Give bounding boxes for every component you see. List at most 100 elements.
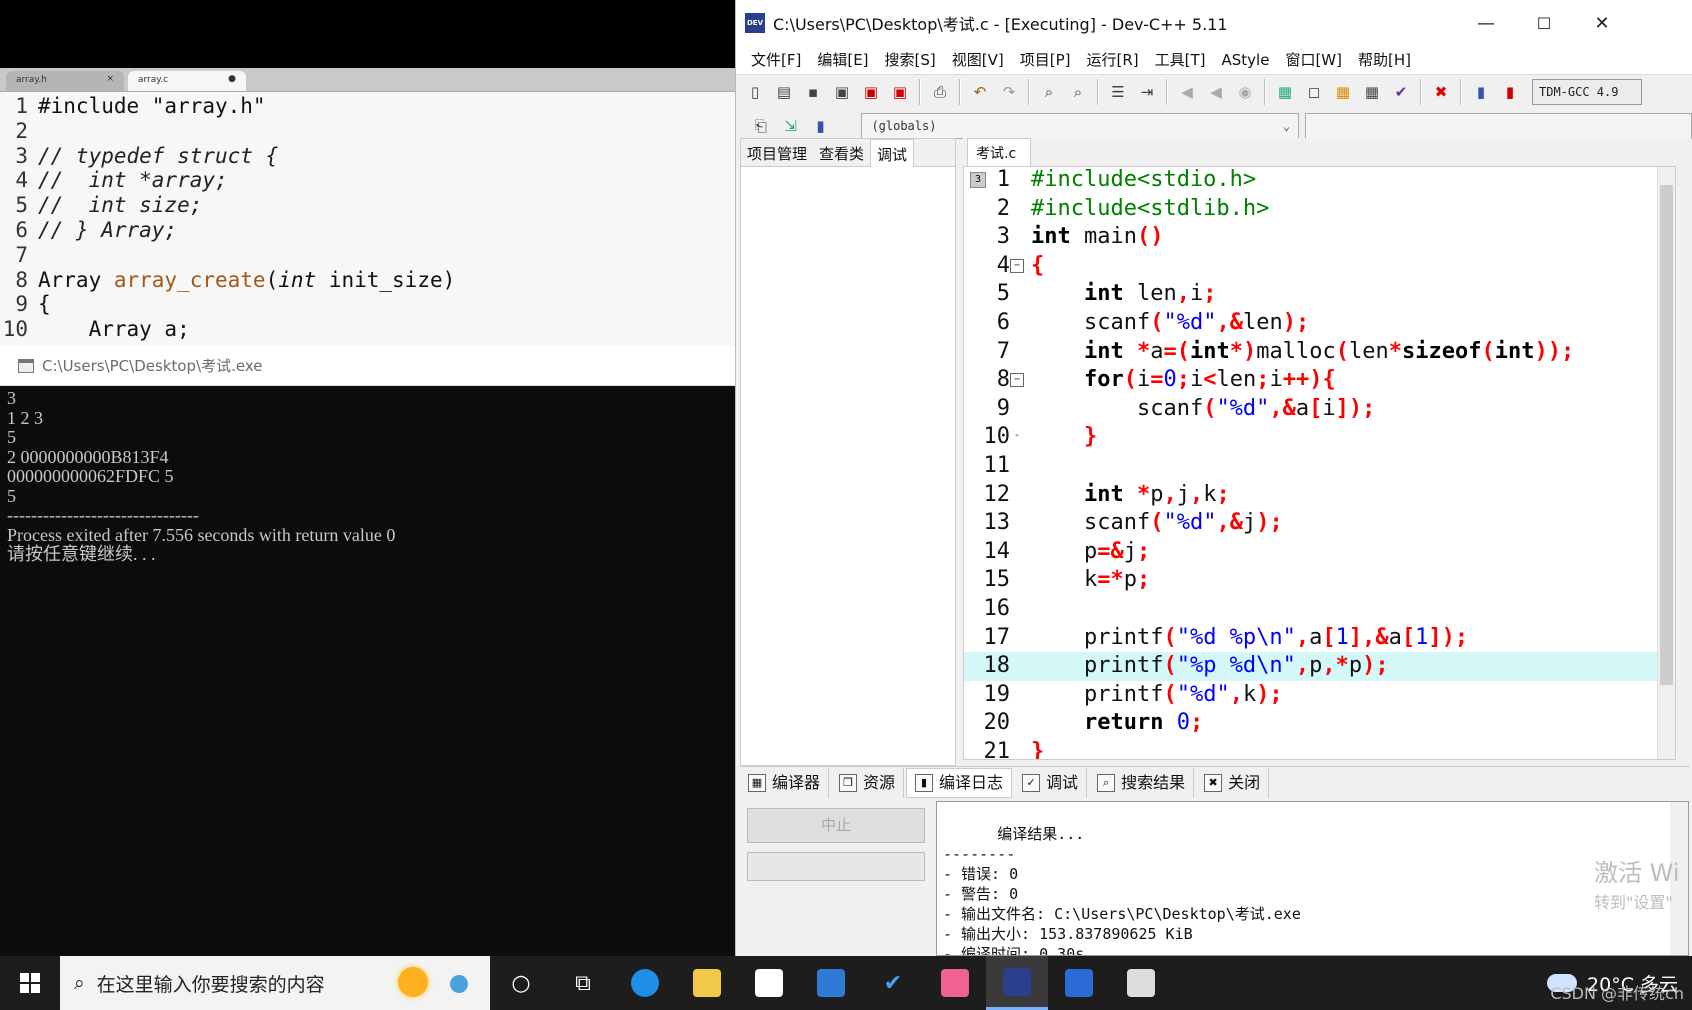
code-line[interactable]: 10- } [964, 423, 1675, 452]
indent-icon[interactable]: ☰ [1105, 79, 1131, 105]
code-line[interactable]: 3 int main() [964, 223, 1675, 252]
code-line[interactable]: 2 [0, 119, 735, 144]
close-all-icon[interactable]: ▣ [887, 79, 913, 105]
maximize-button[interactable]: ☐ [1515, 0, 1573, 46]
stop-button[interactable]: 中止 [747, 808, 925, 843]
code-line[interactable]: 3 // typedef struct { [0, 144, 735, 169]
menu-item[interactable]: 视图[V] [944, 46, 1012, 74]
stop-execution-icon[interactable]: ✖ [1428, 79, 1454, 105]
redo-icon[interactable]: ↷ [996, 79, 1022, 105]
profile-icon[interactable]: ▮ [1468, 79, 1494, 105]
tab-modified-icon[interactable]: ● [228, 74, 236, 84]
left-code-area[interactable]: 1 #include "array.h" 2 3 // typedef struct {… [0, 92, 735, 342]
tab-close-panel[interactable]: ✖ 关闭 [1196, 767, 1270, 798]
code-line[interactable]: 18 printf("%p %d\n",p,*p); [964, 652, 1675, 681]
code-line[interactable]: 2 #include<stdlib.h> [964, 195, 1675, 224]
fold-toggle-icon[interactable]: - [1010, 430, 1024, 444]
menu-item[interactable]: 编辑[E] [809, 46, 876, 74]
forward-icon[interactable]: ◀ [1203, 79, 1229, 105]
console-window[interactable]: C:\Users\PC\Desktop\考试.exe 3 1 2 3 5 2 0… [0, 346, 735, 956]
back-icon[interactable]: ◀ [1174, 79, 1200, 105]
tab-array-c[interactable]: array.c ● [128, 71, 246, 91]
code-line[interactable]: 1 #include "array.h" [0, 94, 735, 119]
code-line[interactable]: 21} [964, 738, 1675, 759]
code-line[interactable]: 12 int *p,j,k; [964, 481, 1675, 510]
tab-compile-log[interactable]: ▮ 编译日志 [906, 767, 1013, 798]
console-titlebar[interactable]: C:\Users\PC\Desktop\考试.exe [0, 346, 735, 386]
code-line[interactable]: 4 // int *array; [0, 168, 735, 193]
code-line[interactable]: 11 [964, 452, 1675, 481]
new-file-icon[interactable]: ▯ [742, 79, 768, 105]
code-line[interactable]: 8 Array array_create(int init_size) [0, 268, 735, 293]
code-line[interactable]: 16 [964, 595, 1675, 624]
close-button[interactable]: ✕ [1573, 0, 1631, 46]
code-line[interactable]: 20 return 0; [964, 709, 1675, 738]
mail-icon[interactable] [800, 956, 862, 1010]
console-output[interactable]: 3 1 2 3 5 2 0000000000B813F4 00000000006… [0, 386, 735, 565]
code-line[interactable]: 5 int len,i; [964, 280, 1675, 309]
syntax-check-icon[interactable]: ✔ [1388, 79, 1414, 105]
compile-log[interactable]: 编译结果... -------- - 错误: 0 - 警告: 0 - 输出文件名… [936, 801, 1689, 956]
menu-item[interactable]: 工具[T] [1147, 46, 1214, 74]
run-icon[interactable]: ◻ [1301, 79, 1327, 105]
toggle-bookmark-icon[interactable]: ▮ [808, 113, 834, 139]
menu-item[interactable]: 运行[R] [1078, 46, 1146, 74]
save-icon[interactable]: ▪ [800, 79, 826, 105]
tab-debug[interactable]: 调试 [870, 139, 915, 167]
goto-line-icon[interactable]: ⇥ [1134, 79, 1160, 105]
new-class-icon[interactable]: ⎗ [748, 113, 774, 139]
replace-icon[interactable]: ⌕ [1065, 79, 1091, 105]
code-line[interactable]: 7 [0, 243, 735, 268]
cortana-icon[interactable]: ○ [490, 956, 552, 1010]
save-all-icon[interactable]: ▣ [829, 79, 855, 105]
code-line[interactable]: 13 scanf("%d",&j); [964, 509, 1675, 538]
code-line[interactable]: 8− for(i=0;i<len;i++){ [964, 366, 1675, 395]
tab-close-icon[interactable]: × [106, 74, 114, 84]
print-icon[interactable]: ⎙ [927, 79, 953, 105]
compile-run-icon[interactable]: ▦ [1330, 79, 1356, 105]
store-icon[interactable] [738, 956, 800, 1010]
code-line[interactable]: 6 // } Array; [0, 218, 735, 243]
function-dropdown[interactable] [1305, 113, 1692, 139]
start-button[interactable] [0, 956, 60, 1010]
app-taskbar-icon[interactable] [1048, 956, 1110, 1010]
fold-toggle-icon[interactable]: − [1010, 373, 1024, 388]
fold-toggle-icon[interactable]: − [1010, 258, 1024, 273]
left-code-editor[interactable]: array.h × array.c ● 1 #include "array.h" 2 3 /… [0, 68, 735, 346]
console-taskbar-icon[interactable] [1110, 956, 1172, 1010]
tab-search-results[interactable]: ⌕ 搜索结果 [1089, 767, 1195, 798]
minimize-button[interactable]: — [1457, 0, 1515, 46]
code-line[interactable]: 7 int *a=(int*)malloc(len*sizeof(int)); [964, 338, 1675, 367]
menu-item[interactable]: 窗口[W] [1277, 46, 1350, 74]
tab-kaoshi-c[interactable]: 考试.c [967, 138, 1031, 166]
code-line[interactable]: 10 Array a; [0, 317, 735, 342]
delete-profile-icon[interactable]: ▮ [1497, 79, 1523, 105]
insert-icon[interactable]: ⇲ [778, 113, 804, 139]
code-line[interactable]: 5 // int size; [0, 193, 735, 218]
tab-resources[interactable]: ❐ 资源 [831, 767, 905, 798]
code-line[interactable]: 6 scanf("%d",&len); [964, 309, 1675, 338]
code-line[interactable]: 14 p=&j; [964, 538, 1675, 567]
code-line[interactable]: 4−{ [964, 252, 1675, 281]
devcpp-taskbar-icon[interactable] [986, 956, 1048, 1010]
code-line[interactable]: 17 printf("%d %p\n",a[1],&a[1]); [964, 624, 1675, 653]
code-line[interactable]: 15 k=*p; [964, 566, 1675, 595]
rebuild-icon[interactable]: ▦ [1359, 79, 1385, 105]
open-file-icon[interactable]: ▤ [771, 79, 797, 105]
task-view-icon[interactable]: ⧉ [552, 956, 614, 1010]
code-line[interactable]: 3 1 #include<stdio.h> [964, 167, 1675, 195]
compile-icon[interactable]: ▦ [1272, 79, 1298, 105]
close-file-icon[interactable]: ▣ [858, 79, 884, 105]
tab-class-browser[interactable]: 查看类 [813, 139, 870, 167]
code-line[interactable]: 9{ [0, 292, 735, 317]
find-icon[interactable]: ⌕ [1036, 79, 1062, 105]
tab-project-manager[interactable]: 项目管理 [741, 139, 813, 167]
vertical-scrollbar[interactable] [1657, 167, 1675, 759]
taskbar-search[interactable]: ⌕ 在这里输入你要搜索的内容 [60, 956, 490, 1010]
menu-item[interactable]: AStyle [1214, 46, 1278, 74]
bookmark-icon[interactable]: ◉ [1232, 79, 1258, 105]
compiler-select[interactable]: TDM-GCC 4.9 [1532, 78, 1642, 105]
tab-array-h[interactable]: array.h × [6, 71, 124, 91]
scrollbar-thumb[interactable] [1660, 185, 1673, 685]
menu-item[interactable]: 搜索[S] [877, 46, 944, 74]
